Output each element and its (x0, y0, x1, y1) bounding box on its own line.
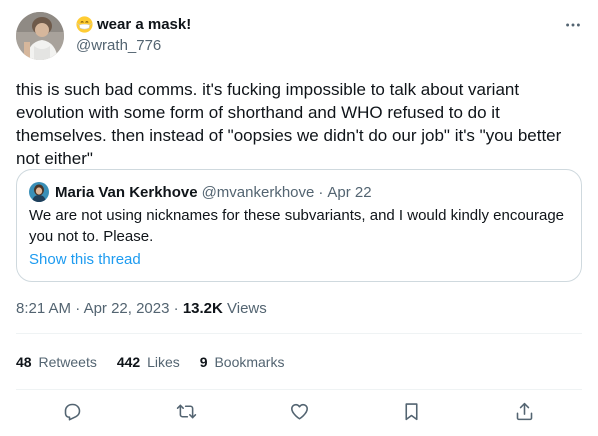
like-button[interactable] (286, 398, 312, 424)
retweet-icon (176, 404, 196, 418)
tweet-text: this is such bad comms. it's fucking imp… (16, 80, 562, 168)
quoted-tweet-text: We are not using nicknames for these sub… (29, 207, 565, 245)
separator-dot: · (318, 183, 324, 201)
views-label: Views (227, 300, 267, 317)
divider (16, 333, 582, 334)
likes-stat[interactable]: 442 Likes (117, 354, 180, 370)
retweets-stat[interactable]: 48 Retweets (16, 354, 97, 370)
tweet-time[interactable]: 8:21 AM (16, 300, 71, 317)
reply-button[interactable] (59, 398, 85, 424)
separator-dot: · (173, 300, 179, 317)
bookmark-button[interactable] (398, 398, 424, 424)
quoted-author-handle: @mvankerkhove (201, 183, 315, 201)
separator-dot: · (75, 300, 81, 317)
likes-label: Likes (147, 354, 180, 370)
show-this-thread-link[interactable]: Show this thread (29, 251, 141, 268)
more-options-button[interactable] (562, 14, 584, 36)
share-icon (516, 402, 532, 420)
tweet-meta: 8:21 AM · Apr 22, 2023 · 13.2K Views (16, 300, 267, 317)
action-bar (0, 398, 598, 424)
quoted-tweet-header: Maria Van Kerkhove @mvankerkhove · Apr 2… (29, 182, 372, 202)
more-horizontal-icon (566, 23, 580, 27)
bookmarks-count: 9 (199, 354, 208, 370)
author-avatar[interactable] (16, 12, 64, 60)
bookmarks-label: Bookmarks (214, 354, 285, 370)
share-button[interactable] (511, 398, 537, 424)
quoted-tweet-date: Apr 22 (327, 183, 372, 201)
bookmark-icon (404, 402, 418, 420)
divider (16, 389, 582, 390)
heart-icon (290, 403, 308, 420)
quoted-author-avatar (29, 182, 49, 202)
retweet-button[interactable] (173, 398, 199, 424)
quoted-tweet-card[interactable]: Maria Van Kerkhove @mvankerkhove · Apr 2… (16, 169, 582, 282)
bookmarks-stat[interactable]: 9 Bookmarks (200, 354, 285, 370)
author-avatar-image (16, 12, 64, 60)
tweet-date[interactable]: Apr 22, 2023 (84, 300, 170, 317)
retweets-count: 48 (16, 354, 32, 370)
tweet: wear a mask! @wrath_776 this is such bad… (0, 0, 598, 436)
likes-count: 442 (116, 354, 141, 370)
quoted-author-name: Maria Van Kerkhove (55, 183, 198, 201)
author-display-name[interactable]: wear a mask! (76, 16, 191, 33)
reply-icon (64, 403, 80, 421)
retweets-label: Retweets (38, 354, 97, 370)
author-display-name-text: wear a mask! (97, 16, 192, 33)
tweet-stats: 48 Retweets 442 Likes 9 Bookmarks (16, 354, 284, 370)
views-count: 13.2K (182, 300, 223, 317)
author-handle[interactable]: @wrath_776 (76, 37, 161, 54)
face-with-mask-icon (76, 16, 93, 33)
